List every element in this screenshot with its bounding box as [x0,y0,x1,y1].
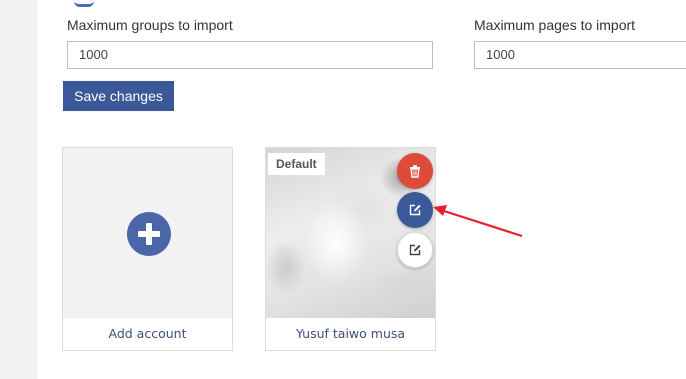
account-card: Default Yusuf taiwo musa [265,147,436,351]
save-changes-button[interactable]: Save changes [63,81,174,111]
max-pages-input[interactable] [474,41,686,69]
edit-account-button[interactable] [397,192,433,228]
add-account-card[interactable]: Add account [62,147,233,351]
delete-account-button[interactable] [397,153,433,189]
account-photo-area: Default [266,148,435,318]
max-groups-label: Maximum groups to import [67,17,233,33]
edit-icon [409,244,421,256]
add-account-label[interactable]: Add account [63,316,232,350]
max-pages-label: Maximum pages to import [474,17,636,33]
account-name: Yusuf taiwo musa [295,325,406,341]
edit-account-alt-button[interactable] [397,232,433,268]
max-groups-input[interactable] [67,41,433,69]
default-badge: Default [268,153,325,175]
plus-circle-icon[interactable] [127,212,171,256]
edit-icon [409,204,421,216]
left-sidebar-strip [0,0,37,379]
add-account-area[interactable] [63,148,232,318]
trash-icon [410,165,420,178]
header-icon-fragment [74,0,94,7]
